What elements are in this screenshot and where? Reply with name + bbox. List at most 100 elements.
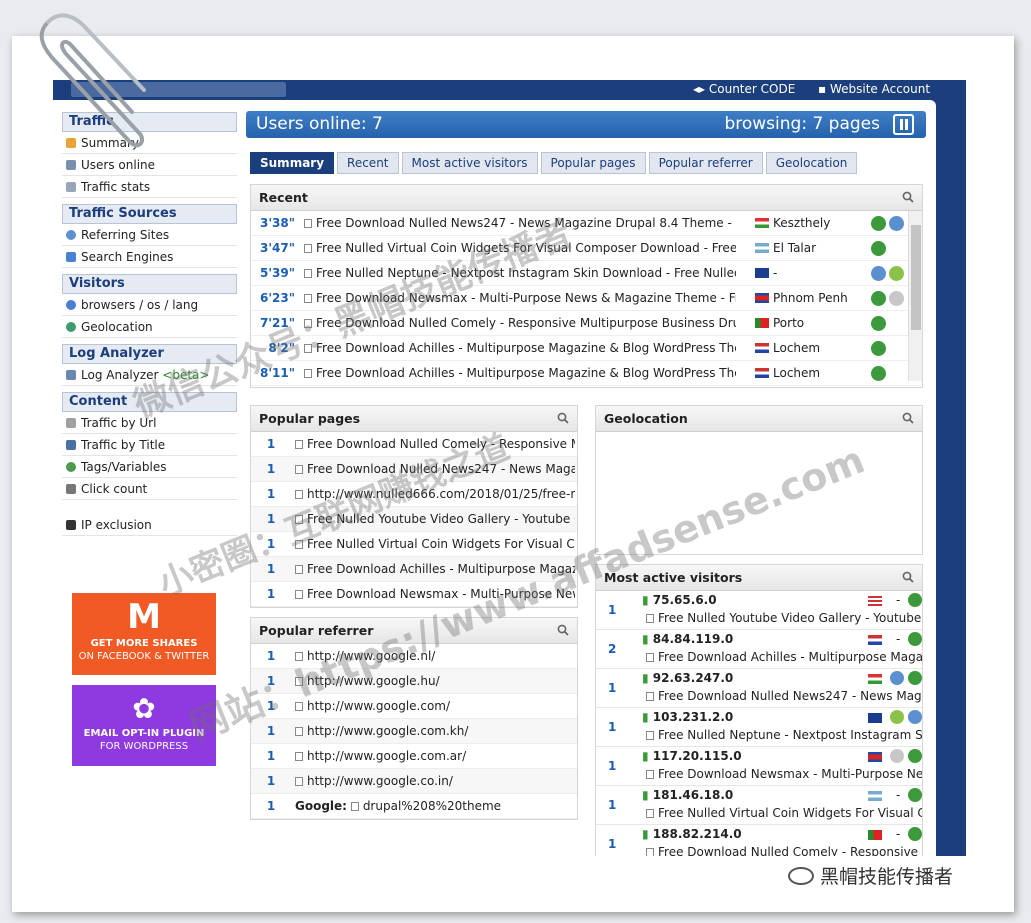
- tab-most-active-visitors[interactable]: Most active visitors: [401, 152, 538, 174]
- counter-code-link[interactable]: ◂▸ Counter CODE: [693, 82, 795, 96]
- tab-geolocation[interactable]: Geolocation: [765, 152, 858, 174]
- visitor-ip[interactable]: ▮ 181.46.18.0: [642, 788, 733, 802]
- sidebar-section-visitors[interactable]: Visitors: [62, 274, 237, 294]
- referrer-row[interactable]: 1 http://www.google.com.kh/: [251, 719, 577, 744]
- page-icon: [646, 809, 654, 818]
- referrer-row[interactable]: 1 http://www.google.co.in/: [251, 769, 577, 794]
- recent-page[interactable]: Free Download Achilles - Multipurpose Ma…: [304, 336, 736, 360]
- visitor-ip[interactable]: ▮ 92.63.247.0: [642, 671, 733, 685]
- page-icon: [295, 590, 303, 599]
- tab-popular-pages[interactable]: Popular pages: [540, 152, 646, 174]
- sidebar-item-ip-exclusion[interactable]: IP exclusion: [62, 514, 237, 536]
- sidebar-item-tags-variables[interactable]: Tags/Variables: [62, 456, 237, 478]
- row-link[interactable]: Free Nulled Virtual Coin Widgets For Vis…: [307, 537, 575, 551]
- recent-row[interactable]: 3'38" Free Download Nulled News247 - New…: [251, 211, 922, 236]
- row-link[interactable]: http://www.google.com/: [307, 699, 450, 713]
- sidebar-item-browsers[interactable]: browsers / os / lang: [62, 294, 237, 316]
- recent-time: 3'47": [260, 241, 295, 255]
- visitor-row[interactable]: 1 ▮ 181.46.18.0 - Free Nulled Virtual Co…: [596, 786, 922, 825]
- row-link[interactable]: http://www.google.com.ar/: [307, 749, 466, 763]
- referrer-prefix: Google:: [295, 799, 347, 813]
- block-icon: [66, 520, 76, 530]
- page-icon: [646, 653, 654, 662]
- search-icon[interactable]: [902, 191, 914, 203]
- visitor-row[interactable]: 2 ▮ 84.84.119.0 - Free Download Achilles…: [596, 630, 922, 669]
- recent-scrollbar[interactable]: [908, 211, 922, 381]
- recent-row[interactable]: 8'11" Free Download Achilles - Multipurp…: [251, 361, 922, 386]
- google-icon: [66, 252, 76, 262]
- tab-recent[interactable]: Recent: [337, 152, 399, 174]
- search-icon[interactable]: [902, 571, 914, 583]
- visit-count: 1: [608, 759, 617, 773]
- sidebar-item-geolocation[interactable]: Geolocation: [62, 316, 237, 338]
- row-link[interactable]: http://www.google.com.kh/: [307, 724, 468, 738]
- top-bar: ◂▸ Counter CODE ▪ Website Account: [53, 80, 966, 100]
- recent-row[interactable]: 5'39" Free Nulled Neptune - Nextpost Ins…: [251, 261, 922, 286]
- brand-caption: 黑帽技能传播者: [788, 862, 953, 889]
- globe-icon: [66, 230, 76, 240]
- visitor-ip[interactable]: ▮ 75.65.6.0: [642, 593, 717, 607]
- user-icon: ▮: [642, 749, 649, 763]
- sidebar-section-traffic-sources[interactable]: Traffic Sources: [62, 204, 237, 224]
- sidebar: Traffic Summary Users online Traffic sta…: [62, 112, 237, 536]
- visitor-page[interactable]: Free Nulled Virtual Coin Widgets For Vis…: [646, 806, 922, 820]
- visitor-page[interactable]: Free Download Achilles - Multipurpose Ma…: [646, 650, 922, 664]
- visitor-row[interactable]: 1 ▮ 117.20.115.0 Free Download Newsmax -…: [596, 747, 922, 786]
- chrome-icon: [871, 316, 886, 331]
- visitor-ip[interactable]: ▮ 117.20.115.0: [642, 749, 742, 763]
- row-link[interactable]: drupal%208%20theme: [363, 799, 501, 813]
- sidebar-item-users-online[interactable]: Users online: [62, 154, 237, 176]
- wechat-icon: [788, 867, 814, 885]
- sidebar-item-search-engines[interactable]: Search Engines: [62, 246, 237, 268]
- recent-page[interactable]: Free Download Achilles - Multipurpose Ma…: [304, 361, 736, 385]
- search-icon[interactable]: [902, 412, 914, 424]
- scrollbar-thumb[interactable]: [911, 225, 921, 330]
- visitor-page[interactable]: Free Nulled Youtube Video Gallery - Yout…: [646, 611, 922, 625]
- visitor-row[interactable]: 1 ▮ 92.63.247.0 Free Download Nulled New…: [596, 669, 922, 708]
- recent-time: 3'38": [260, 216, 295, 230]
- country-flag-icon: [868, 674, 882, 684]
- visitor-ip[interactable]: ▮ 103.231.2.0: [642, 710, 733, 724]
- chrome-icon: [908, 827, 922, 841]
- visitor-page[interactable]: Free Download Nulled Comely - Responsive…: [646, 845, 922, 856]
- referrer-row[interactable]: 1 Google: drupal%208%20theme: [251, 794, 577, 819]
- apple-icon: [889, 291, 904, 306]
- page-icon: [646, 848, 654, 856]
- sidebar-item-traffic-stats[interactable]: Traffic stats: [62, 176, 237, 198]
- search-icon[interactable]: [557, 412, 569, 424]
- visitor-ip[interactable]: ▮ 84.84.119.0: [642, 632, 733, 646]
- country-flag-icon: [755, 293, 769, 303]
- visitor-page[interactable]: Free Nulled Neptune - Nextpost Instagram…: [646, 728, 922, 742]
- search-icon[interactable]: [557, 624, 569, 636]
- website-account-link[interactable]: ▪ Website Account: [818, 82, 930, 96]
- safari-icon: [889, 216, 904, 231]
- pause-icon[interactable]: [893, 114, 914, 135]
- tab-summary[interactable]: Summary: [250, 152, 335, 174]
- visitor-row[interactable]: 1 ▮ 75.65.6.0 - Free Nulled Youtube Vide…: [596, 591, 922, 630]
- hit-count: 1: [266, 774, 276, 788]
- page-icon: [304, 369, 312, 378]
- sidebar-item-click-count[interactable]: Click count: [62, 478, 237, 500]
- safari-icon: [890, 671, 904, 685]
- popular-pages-header: Popular pages: [251, 406, 577, 432]
- page-icon: [646, 614, 654, 623]
- visitor-ip[interactable]: ▮ 188.82.214.0: [642, 827, 742, 841]
- visit-count: 1: [608, 837, 617, 851]
- visitor-row[interactable]: 1 ▮ 188.82.214.0 - Free Download Nulled …: [596, 825, 922, 856]
- visitor-page[interactable]: Free Download Nulled News247 - News Maga…: [646, 689, 922, 703]
- dash-separator: -: [896, 788, 901, 802]
- tab-popular-referrer[interactable]: Popular referrer: [648, 152, 763, 174]
- promo-banner-shares[interactable]: M GET MORE SHARES ON FACEBOOK & TWITTER: [72, 593, 216, 675]
- visitor-page[interactable]: Free Download Newsmax - Multi-Purpose Ne…: [646, 767, 922, 781]
- chrome-icon: [908, 788, 922, 802]
- row-link[interactable]: http://www.google.co.in/: [307, 774, 453, 788]
- referrer-row[interactable]: 1 http://www.google.com.ar/: [251, 744, 577, 769]
- sidebar-item-referring-sites[interactable]: Referring Sites: [62, 224, 237, 246]
- recent-row[interactable]: 3'47" Free Nulled Virtual Coin Widgets F…: [251, 236, 922, 261]
- page-icon: [295, 777, 303, 786]
- visitor-flag: [868, 711, 886, 725]
- visitor-row[interactable]: 1 ▮ 103.231.2.0 Free Nulled Neptune - Ne…: [596, 708, 922, 747]
- sidebar-item-traffic-by-title[interactable]: Traffic by Title: [62, 434, 237, 456]
- recent-city: Porto: [755, 311, 865, 335]
- tab-bar: Summary Recent Most active visitors Popular…: [250, 152, 860, 174]
